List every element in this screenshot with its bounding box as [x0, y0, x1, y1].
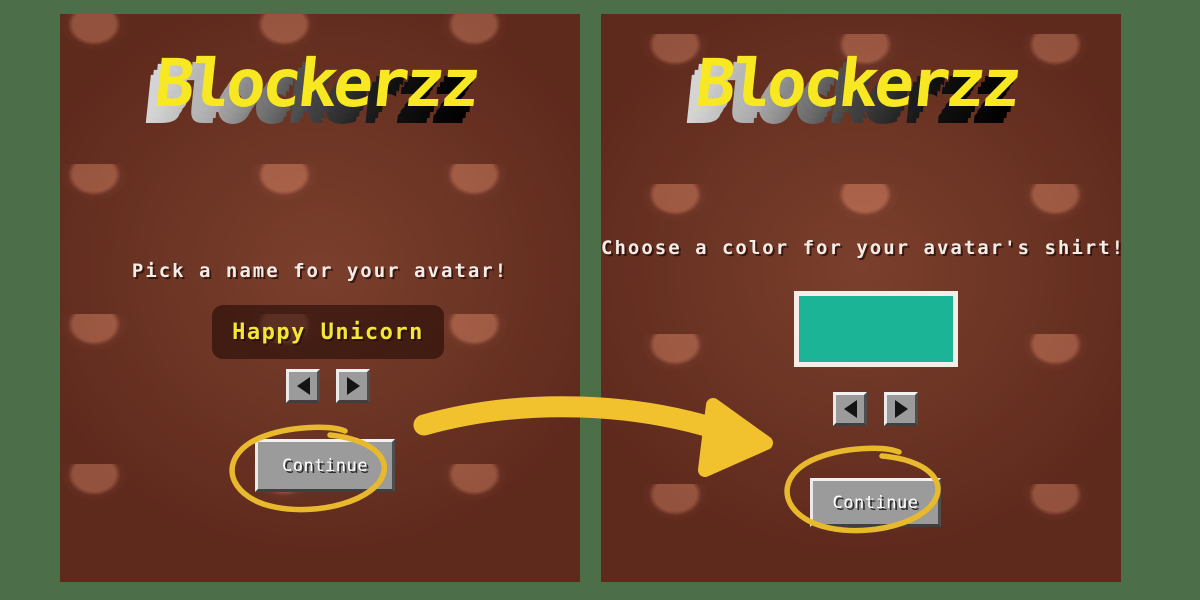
stone-background-texture: [60, 14, 580, 582]
right-arrow-icon: [894, 400, 908, 418]
avatar-name-field[interactable]: Happy Unicorn: [212, 305, 444, 359]
avatar-name-value: Happy Unicorn: [232, 319, 424, 345]
left-arrow-icon: [843, 400, 857, 418]
right-arrow-icon: [346, 377, 360, 395]
color-next-button[interactable]: [884, 392, 918, 426]
game-panel-name-step: Blockerzz Blockerzz Blockerzz Blockerzz …: [60, 14, 580, 582]
name-next-button[interactable]: [336, 369, 370, 403]
left-arrow-icon: [296, 377, 310, 395]
name-prev-button[interactable]: [286, 369, 320, 403]
continue-button-right-label: Continue: [832, 492, 919, 513]
screenshot-canvas: Blockerzz Blockerzz Blockerzz Blockerzz …: [0, 0, 1200, 600]
color-prev-button[interactable]: [833, 392, 867, 426]
continue-button-right[interactable]: Continue: [810, 478, 941, 527]
shirt-color-swatch[interactable]: [794, 291, 958, 367]
prompt-text-color: Choose a color for your avatar's shirt!: [601, 237, 1121, 259]
continue-button-left[interactable]: Continue: [255, 439, 395, 492]
game-panel-color-step: Blockerzz Blockerzz Blockerzz Blockerzz …: [601, 14, 1121, 582]
continue-button-left-label: Continue: [282, 455, 368, 476]
prompt-text-name: Pick a name for your avatar!: [131, 260, 509, 282]
